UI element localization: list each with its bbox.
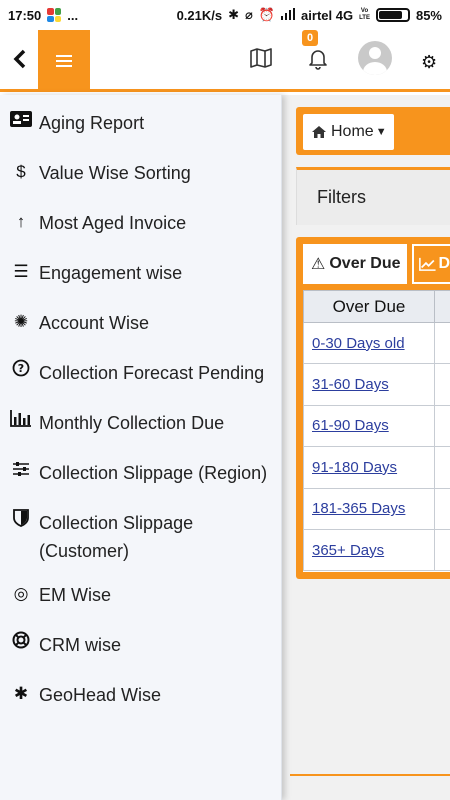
asterisk-icon: ✱ [13,684,29,703]
volte-icon: Vo LTE [359,8,370,21]
sidebar-item-monthly-collection-due[interactable]: Monthly Collection Due [0,409,282,437]
gears-icon[interactable]: ⚙ [421,52,437,73]
menu-button[interactable] [38,30,90,92]
signal-icon [281,7,296,23]
home-label: Home [331,123,374,140]
bullseye-icon: ◎ [13,584,29,603]
sidebar-item-label: GeoHead Wise [39,685,162,705]
sidebar-item-label: Aging Report [39,113,145,133]
overdue-range-link[interactable]: 61-90 Days [312,417,389,434]
sidebar-item-most-aged-invoice[interactable]: ↑ Most Aged Invoice [0,209,282,237]
battery-icon [375,8,410,22]
bar-chart-icon [8,409,34,435]
bell-icon[interactable] [308,48,328,75]
table-row: 31-60 Days [303,363,450,406]
avatar[interactable] [358,41,392,75]
tab-over-due[interactable]: ⚠ Over Due [303,244,407,284]
filters-label: Filters [317,187,366,207]
sidebar-item-collection-slippage-region[interactable]: Collection Slippage (Region) [0,459,282,487]
map-icon[interactable] [250,48,272,73]
notification-badge: 0 [302,30,318,46]
divider [290,774,450,776]
sidebar-item-label: Collection Slippage (Region) [39,463,268,483]
app-notification-icon [47,8,62,22]
table-row: 91-180 Days [303,446,450,489]
caret-down-icon: ▼ [375,126,387,138]
home-dropdown-button[interactable]: Home ▼ [303,114,394,150]
question-circle-icon: ? [8,359,34,385]
column-header[interactable]: I [434,290,450,323]
sidebar-item-value-wise-sorting[interactable]: $ Value Wise Sorting [0,159,282,187]
hamburger-icon [56,55,72,67]
sidebar-item-engagement-wise[interactable]: ☰ Engagement wise [0,259,282,287]
vibrate-icon: ⌀ [245,7,253,22]
app-header: 0 ⚙ [0,30,450,92]
dollar-icon: $ [16,162,26,181]
table-row: 0-30 Days old [303,321,450,365]
status-bar: 17:50 ... 0.21K/s ✱ ⌀ ⏰ airtel 4G Vo LTE … [0,0,450,30]
tab-second[interactable]: D [412,244,450,284]
tab-label: D [438,255,450,272]
sidebar-item-label: Account Wise [39,313,150,333]
life-ring-icon [8,631,34,657]
sidebar-item-label: EM Wise [39,585,111,605]
status-net-speed: 0.21K/s [176,7,223,23]
bluetooth-icon: ✱ [228,7,240,22]
overdue-range-link[interactable]: 181-365 Days [312,500,405,517]
table-header-row: Over Due I [303,290,450,323]
sidebar-item-geohead-wise[interactable]: ✱ GeoHead Wise [0,681,282,709]
table-row: 61-90 Days [303,404,450,448]
sidebar-item-label: Collection Slippage (Customer) [39,513,194,561]
overdue-range-link[interactable]: 91-180 Days [312,459,397,476]
sidebar-item-label: Monthly Collection Due [39,413,225,433]
status-battery: 85% [415,7,442,23]
sidebar-item-em-wise[interactable]: ◎ EM Wise [0,581,282,609]
column-header[interactable]: Over Due [303,290,435,323]
overdue-range-link[interactable]: 31-60 Days [312,376,389,393]
warning-icon: ⚠ [311,256,326,273]
tab-label: Over Due [329,255,401,272]
svg-text:?: ? [18,362,24,375]
back-button[interactable] [10,47,34,75]
back-chevron-icon [13,49,26,69]
overdue-range-link[interactable]: 0-30 Days old [312,335,405,352]
sidebar-item-label: CRM wise [39,635,122,655]
sidebar-item-label: Collection Forecast Pending [39,363,265,383]
lines-icon: ☰ [13,262,29,281]
arrow-up-icon: ↑ [16,212,26,231]
sidebar-item-collection-slippage-customer[interactable]: Collection Slippage (Customer) [0,509,282,565]
table-row: 181-365 Days [303,487,450,530]
sidebar-item-crm-wise[interactable]: CRM wise [0,631,282,659]
sidebar: Aging Report $ Value Wise Sorting ↑ Most… [0,95,282,800]
overdue-range-link[interactable]: 365+ Days [312,542,384,559]
filters-panel[interactable]: Filters [296,167,450,225]
status-overflow: ... [67,7,79,23]
sidebar-item-label: Engagement wise [39,263,183,283]
shield-icon [8,509,34,535]
id-card-icon [8,109,34,135]
home-icon [312,126,326,138]
overdue-table: Over Due I 0-30 Days old 31-60 Days 61-9… [303,290,450,572]
status-time: 17:50 [8,7,42,23]
sidebar-item-collection-forecast-pending[interactable]: ? Collection Forecast Pending [0,359,282,387]
sidebar-item-aging-report[interactable]: Aging Report [0,109,282,137]
alarm-icon: ⏰ [258,7,276,22]
sidebar-item-label: Value Wise Sorting [39,163,191,183]
table-row: 365+ Days [303,528,450,572]
sidebar-item-label: Most Aged Invoice [39,213,187,233]
line-chart-icon [419,257,436,271]
sliders-icon [8,459,34,485]
sidebar-item-account-wise[interactable]: ✺ Account Wise [0,309,282,337]
status-carrier: airtel 4G [301,7,354,23]
spinner-icon: ✺ [13,312,29,331]
